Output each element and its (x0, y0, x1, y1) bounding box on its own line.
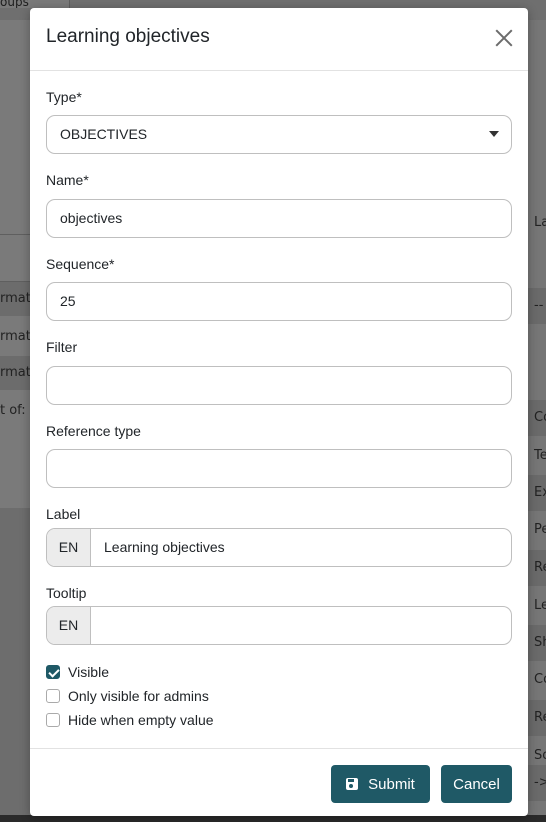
background-row-text: Ex (534, 485, 546, 500)
admins-only-checkbox-row[interactable]: Only visible for admins (46, 687, 209, 705)
background-row-text: Co (534, 410, 546, 425)
background-tab-label: oups (0, 0, 29, 8)
modal-header: Learning objectives (30, 8, 528, 71)
cancel-button[interactable]: Cancel (441, 765, 512, 803)
modal-footer-divider (30, 748, 528, 749)
background-row: rmati (0, 282, 30, 316)
background-row-text: -- (534, 298, 544, 313)
type-select[interactable]: OBJECTIVES (46, 115, 512, 154)
background-row: Pe (528, 512, 546, 548)
reference-type-label: Reference type (46, 423, 141, 439)
modal-title: Learning objectives (46, 26, 210, 47)
background-row: rmati (0, 320, 30, 354)
background-row-text: Co (534, 672, 546, 687)
tooltip-input[interactable] (91, 607, 511, 644)
background-row-text: Sh (534, 635, 546, 650)
background-row: Co (528, 400, 546, 436)
background-row-text: rmati (0, 365, 30, 380)
filter-label: Filter (46, 339, 78, 355)
admins-only-checkbox-label: Only visible for admins (68, 688, 209, 704)
background-left-panel (0, 20, 30, 508)
cancel-button-label: Cancel (453, 775, 500, 793)
language-badge: EN (47, 529, 91, 566)
background-footer (0, 815, 546, 822)
background-row-text: Re (534, 560, 546, 575)
save-icon (346, 778, 359, 790)
label-input[interactable]: Learning objectives (91, 529, 511, 566)
background-row-text: rmati (0, 291, 30, 306)
background-tab: oups (0, 0, 70, 8)
hide-empty-checkbox-label: Hide when empty value (68, 712, 214, 728)
background-row: Le (528, 588, 546, 624)
divider (0, 234, 30, 235)
background-lower-area (0, 508, 30, 822)
hide-empty-checkbox[interactable] (46, 713, 60, 727)
learning-objectives-modal: Learning objectives Type* OBJECTIVES Nam… (30, 8, 528, 816)
visible-checkbox[interactable] (46, 665, 60, 679)
hide-empty-checkbox-row[interactable]: Hide when empty value (46, 711, 214, 729)
background-row (528, 362, 546, 398)
type-select-value: OBJECTIVES (60, 126, 148, 142)
label-field-label: Label (46, 506, 81, 522)
caret-down-icon (489, 131, 499, 137)
background-row-text: Re (534, 710, 546, 725)
background-row: Sh (528, 625, 546, 661)
background-row: rmati (0, 356, 30, 390)
submit-button[interactable]: Submit (331, 765, 430, 803)
background-row-text: rmati (0, 329, 30, 344)
background-row-text: -> (534, 775, 546, 790)
language-badge: EN (47, 607, 91, 644)
admins-only-checkbox[interactable] (46, 689, 60, 703)
name-label: Name* (46, 172, 89, 188)
background-row: Re (528, 550, 546, 586)
background-row: Ex (528, 475, 546, 511)
reference-type-input[interactable] (46, 449, 512, 488)
background-row: Co (528, 662, 546, 698)
background-row: Te (528, 438, 546, 474)
background-row: -> (528, 765, 546, 801)
type-label: Type* (46, 89, 82, 105)
tooltip-label: Tooltip (46, 585, 87, 601)
background-row-text: Te (534, 448, 546, 463)
label-input-group: EN Learning objectives (46, 528, 512, 567)
background-row-text: t of: (0, 403, 26, 418)
background-column-header-text: La (534, 215, 546, 230)
name-input[interactable]: objectives (46, 199, 512, 238)
submit-button-label: Submit (368, 775, 415, 793)
visible-checkbox-label: Visible (68, 664, 109, 680)
background-row: Re (528, 700, 546, 736)
sequence-label: Sequence* (46, 256, 115, 272)
filter-input[interactable] (46, 366, 512, 405)
sequence-input[interactable]: 25 (46, 282, 512, 321)
visible-checkbox-row[interactable]: Visible (46, 663, 109, 681)
background-row: -- (528, 288, 546, 324)
background-column-header: La (528, 205, 546, 241)
background-row-text: Pe (534, 522, 546, 537)
tooltip-input-group: EN (46, 606, 512, 645)
close-icon[interactable] (494, 28, 514, 48)
background-row-text: Le (534, 598, 546, 613)
background-row: t of: (0, 394, 30, 428)
background-row-text: So (534, 748, 546, 763)
